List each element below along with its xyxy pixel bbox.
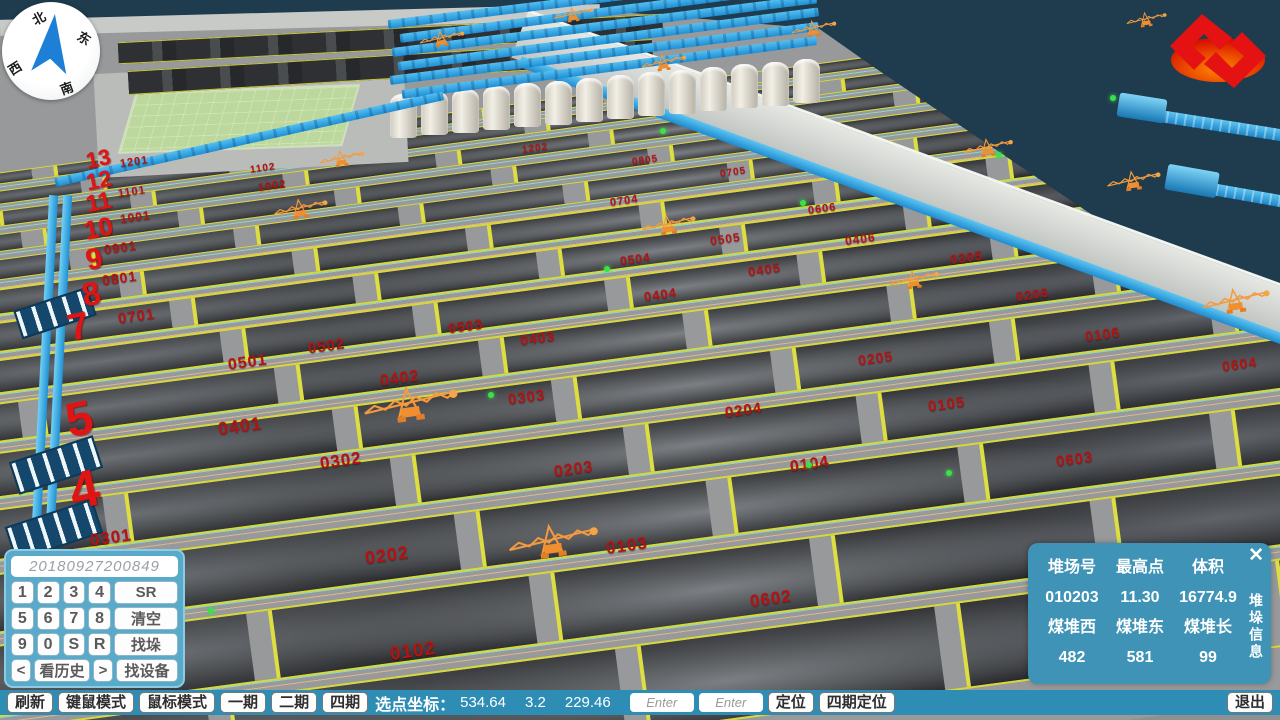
keypad-key-2[interactable]: 2 — [37, 581, 60, 604]
value-volume: 16774.9 — [1174, 589, 1242, 606]
exit-button[interactable]: 退出 — [1227, 692, 1273, 713]
green-status-dot — [806, 462, 812, 468]
value-yard-number: 010203 — [1038, 589, 1106, 606]
phase4-locate-button[interactable]: 四期定位 — [819, 692, 895, 713]
keypad-bottom-row: <看历史>找设备 — [11, 659, 178, 682]
green-status-dot — [996, 152, 1002, 158]
green-status-dot — [660, 128, 666, 134]
storage-silo — [731, 64, 758, 108]
keypad-grid: 1234SR5678清空90SR找垛 — [11, 581, 178, 656]
header-highest-point: 最高点 — [1106, 559, 1174, 576]
keypad-key-看历史[interactable]: 看历史 — [34, 659, 90, 682]
compass-widget[interactable]: 北 东 西 南 — [2, 2, 100, 100]
green-status-dot — [604, 266, 610, 272]
value-pile-east: 581 — [1106, 649, 1174, 666]
keypad-key->[interactable]: > — [93, 659, 113, 682]
header-pile-east: 煤堆东 — [1106, 619, 1174, 636]
refresh-button[interactable]: 刷新 — [7, 692, 53, 713]
keypad-key-5[interactable]: 5 — [11, 607, 34, 630]
bottom-toolbar: 刷新 键鼠模式 鼠标模式 一期 二期 四期 选点坐标： 534.64 3.2 2… — [0, 690, 1280, 715]
pile-search-keypad-panel: 20180927200849 1234SR5678清空90SR找垛 <看历史>找… — [4, 549, 185, 688]
keypad-key-9[interactable]: 9 — [11, 633, 34, 656]
green-status-dot — [208, 608, 214, 614]
selected-point-coords-label: 选点坐标： — [375, 691, 455, 715]
keypad-key-4[interactable]: 4 — [88, 581, 111, 604]
value-pile-west: 482 — [1038, 649, 1106, 666]
keypad-key-<[interactable]: < — [11, 659, 31, 682]
green-status-dot — [800, 200, 806, 206]
phase2-button[interactable]: 二期 — [271, 692, 317, 713]
panel-side-title: 堆垛信息 — [1246, 593, 1266, 661]
pile-info-grid: 堆场号 最高点 体积 010203 11.30 16774.9 煤堆西 煤堆东 … — [1038, 559, 1242, 666]
keypad-key-8[interactable]: 8 — [88, 607, 111, 630]
phase1-button[interactable]: 一期 — [220, 692, 266, 713]
keypad-key-找设备[interactable]: 找设备 — [116, 659, 178, 682]
storage-silo — [545, 81, 572, 125]
keypad-key-SR[interactable]: SR — [114, 581, 178, 604]
locate-button[interactable]: 定位 — [768, 692, 814, 713]
keypad-key-找垛[interactable]: 找垛 — [114, 633, 178, 656]
keypad-key-清空[interactable]: 清空 — [114, 607, 178, 630]
company-logo-icon — [1168, 12, 1268, 90]
storage-silo — [607, 75, 634, 119]
header-pile-west: 煤堆西 — [1038, 619, 1106, 636]
keypad-key-7[interactable]: 7 — [63, 607, 86, 630]
keypad-key-1[interactable]: 1 — [11, 581, 34, 604]
storage-silo — [576, 78, 603, 122]
header-volume: 体积 — [1174, 559, 1242, 576]
pile-info-panel: ✕ 堆场号 最高点 体积 010203 11.30 16774.9 煤堆西 煤堆… — [1028, 543, 1271, 684]
coord-x-value: 534.64 — [460, 694, 506, 711]
value-pile-length: 99 — [1174, 649, 1242, 666]
storage-silo — [669, 70, 696, 114]
storage-silo — [452, 89, 479, 133]
mouse-mode-button[interactable]: 鼠标模式 — [139, 692, 215, 713]
green-status-dot — [488, 392, 494, 398]
header-yard-number: 堆场号 — [1038, 559, 1106, 576]
value-highest-point: 11.30 — [1106, 589, 1174, 606]
green-status-dot — [946, 470, 952, 476]
storage-silo — [762, 62, 789, 106]
header-pile-length: 煤堆长 — [1174, 619, 1242, 636]
keypad-key-S[interactable]: S — [63, 633, 86, 656]
keypad-key-3[interactable]: 3 — [63, 581, 86, 604]
storage-silo — [793, 59, 820, 103]
timestamp-input[interactable]: 20180927200849 — [11, 556, 178, 577]
phase4-button[interactable]: 四期 — [322, 692, 368, 713]
keypad-key-R[interactable]: R — [88, 633, 111, 656]
close-icon[interactable]: ✕ — [1248, 546, 1264, 566]
compass-arrow-icon — [2, 2, 100, 100]
coord-enter-input-1[interactable] — [630, 693, 694, 712]
coord-enter-input-2[interactable] — [699, 693, 763, 712]
keyboard-mouse-mode-button[interactable]: 键鼠模式 — [58, 692, 134, 713]
storage-silo — [514, 83, 541, 127]
green-status-dot — [1110, 95, 1116, 101]
coord-y-value: 3.2 — [525, 694, 546, 711]
coord-z-value: 229.46 — [565, 694, 611, 711]
storage-silo — [700, 67, 727, 111]
keypad-key-6[interactable]: 6 — [37, 607, 60, 630]
keypad-key-0[interactable]: 0 — [37, 633, 60, 656]
storage-silo — [483, 86, 510, 130]
